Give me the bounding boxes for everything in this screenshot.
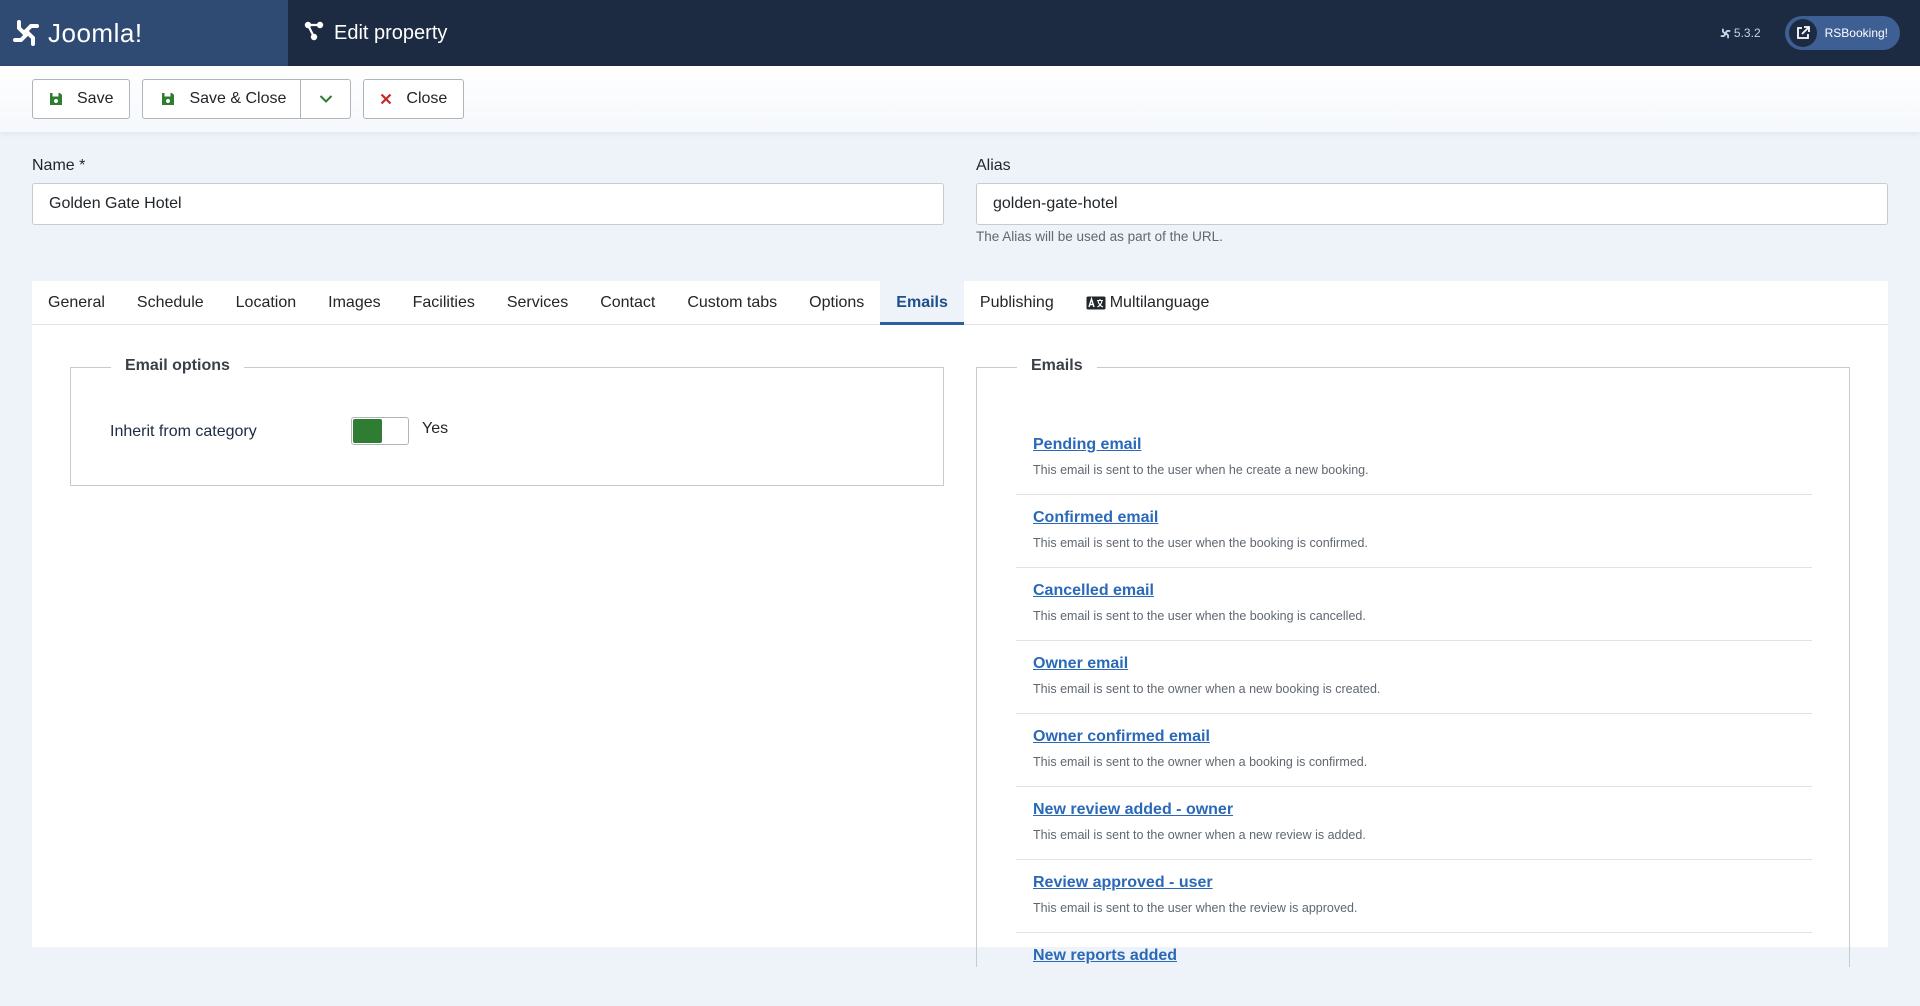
- tab-bar: General Schedule Location Images Facilit…: [32, 281, 1888, 325]
- logo-text: Joomla!: [48, 17, 143, 48]
- new-reports-added-link[interactable]: New reports added: [1033, 947, 1177, 965]
- emails-tab-panel: Email options Inherit from category Yes …: [32, 325, 1888, 967]
- inherit-from-category-label: Inherit from category: [110, 423, 257, 440]
- tab-emails[interactable]: Emails: [880, 281, 964, 325]
- joomla-logo-icon: [10, 17, 42, 49]
- tab-multilanguage-label: Multilanguage: [1109, 293, 1210, 311]
- email-description: This email is sent to the user when the …: [1033, 609, 1366, 623]
- tab-images[interactable]: Images: [312, 281, 396, 324]
- cancelled-email-link[interactable]: Cancelled email: [1033, 582, 1154, 600]
- name-input[interactable]: [32, 183, 944, 225]
- save-close-group: Save & Close: [142, 79, 352, 119]
- inherit-value-text: Yes: [422, 420, 449, 437]
- email-item-cancelled: Cancelled email This email is sent to th…: [1016, 568, 1812, 641]
- tab-publishing[interactable]: Publishing: [964, 281, 1070, 324]
- close-label: Close: [406, 90, 448, 107]
- external-link-icon: [1788, 19, 1817, 47]
- email-options-fieldset: Email options Inherit from category Yes: [70, 357, 944, 486]
- switch-on-indicator: [353, 419, 382, 443]
- name-label: Name *: [32, 157, 86, 174]
- page-title: Edit property: [334, 21, 448, 44]
- email-item-owner-confirmed: Owner confirmed email This email is sent…: [1016, 714, 1812, 787]
- tab-contact[interactable]: Contact: [584, 281, 671, 324]
- tab-schedule[interactable]: Schedule: [121, 281, 220, 324]
- tab-facilities[interactable]: Facilities: [397, 281, 491, 324]
- rsbooking-label: RSBooking!: [1824, 26, 1888, 40]
- page-heading: Edit property: [303, 20, 447, 47]
- email-item-new-review-owner: New review added - owner This email is s…: [1016, 787, 1812, 860]
- header: Joomla! Edit property 5.3.2 RSBooking!: [0, 0, 1920, 66]
- toolbar: Save Save & Close Close: [0, 66, 1920, 132]
- email-description: This email is sent to the user when he c…: [1033, 463, 1369, 477]
- email-description: This email is sent to the owner when a b…: [1033, 755, 1368, 769]
- save-icon: [49, 92, 63, 106]
- email-options-legend: Email options: [111, 357, 244, 375]
- joomla-small-icon: [1720, 28, 1731, 38]
- joomla-version: 5.3.2: [1720, 26, 1761, 40]
- tab-multilanguage[interactable]: Multilanguage: [1070, 281, 1226, 324]
- version-text: 5.3.2: [1733, 26, 1761, 40]
- email-description: This email is sent to the owner when a n…: [1033, 828, 1366, 842]
- tab-custom-tabs[interactable]: Custom tabs: [671, 281, 793, 324]
- chevron-down-icon: [319, 95, 333, 103]
- save-options-dropdown[interactable]: [301, 79, 352, 119]
- email-item-owner: Owner email This email is sent to the ow…: [1016, 641, 1812, 714]
- alias-input[interactable]: [976, 183, 1888, 225]
- email-description: This email is sent to the user when the …: [1033, 901, 1358, 915]
- save-button[interactable]: Save: [32, 79, 131, 119]
- review-approved-user-link[interactable]: Review approved - user: [1033, 874, 1213, 892]
- save-close-label: Save & Close: [189, 90, 287, 107]
- email-item-pending: Pending email This email is sent to the …: [1016, 422, 1812, 495]
- alias-label: Alias: [976, 157, 1011, 174]
- close-button[interactable]: Close: [363, 79, 465, 119]
- owner-email-link[interactable]: Owner email: [1033, 655, 1128, 673]
- inherit-from-category-switch[interactable]: [351, 417, 409, 445]
- save-icon: [161, 92, 175, 106]
- tab-services[interactable]: Services: [491, 281, 584, 324]
- joomla-logo[interactable]: Joomla!: [0, 0, 288, 66]
- email-description: This email is sent to the user when the …: [1033, 536, 1368, 550]
- alias-help-text: The Alias will be used as part of the UR…: [976, 229, 1223, 244]
- tab-location[interactable]: Location: [220, 281, 313, 324]
- confirmed-email-link[interactable]: Confirmed email: [1033, 509, 1158, 527]
- owner-confirmed-email-link[interactable]: Owner confirmed email: [1033, 728, 1210, 746]
- tab-options[interactable]: Options: [793, 281, 880, 324]
- rsbooking-site-button[interactable]: RSBooking!: [1784, 16, 1900, 50]
- email-item-confirmed: Confirmed email This email is sent to th…: [1016, 495, 1812, 568]
- tab-general[interactable]: General: [32, 281, 121, 324]
- save-label: Save: [77, 90, 114, 107]
- property-icon: [303, 20, 325, 47]
- language-icon: [1086, 296, 1106, 310]
- save-close-button[interactable]: Save & Close: [142, 79, 302, 119]
- emails-fieldset: Emails Pending email This email is sent …: [976, 357, 1850, 967]
- pending-email-link[interactable]: Pending email: [1033, 436, 1141, 454]
- emails-legend: Emails: [1017, 357, 1097, 375]
- new-review-owner-link[interactable]: New review added - owner: [1033, 801, 1233, 819]
- close-icon: [380, 93, 392, 105]
- email-item-new-reports: New reports added: [1016, 933, 1812, 1006]
- email-item-review-approved-user: Review approved - user This email is sen…: [1016, 860, 1812, 933]
- email-description: This email is sent to the owner when a n…: [1033, 682, 1381, 696]
